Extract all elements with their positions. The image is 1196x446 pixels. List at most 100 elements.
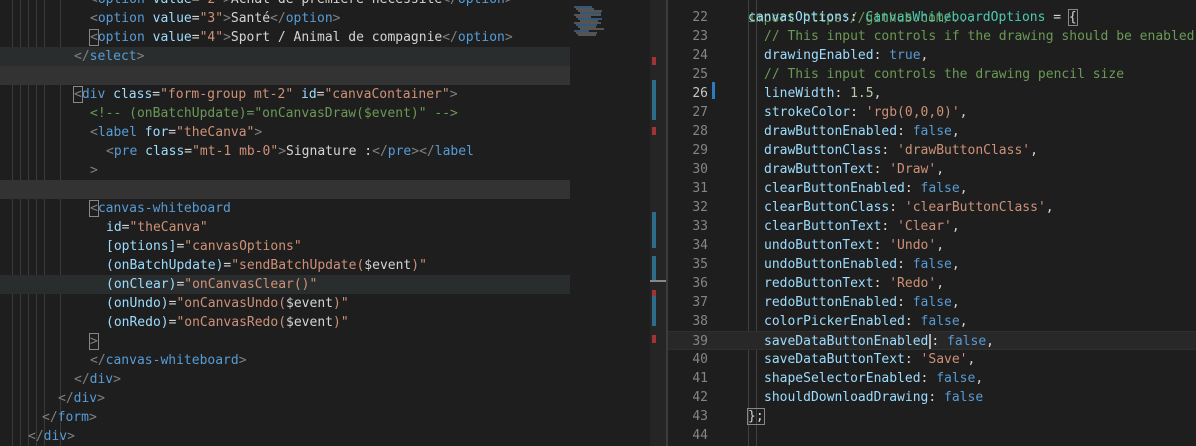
code-token: =: [192, 0, 200, 7]
code-token: </: [74, 372, 90, 387]
code-line[interactable]: 22 canvasOptions: CanvasWhiteboardOptions…: [668, 8, 1196, 27]
code-line[interactable]: <option value="3">Santé</option>: [0, 9, 570, 28]
code-token: ></: [411, 144, 435, 159]
line-number: 37: [692, 295, 708, 310]
code-line[interactable]: 31 clearButtonEnabled: false,: [668, 179, 1196, 198]
code-line[interactable]: 25 // This input controls the drawing pen…: [668, 65, 1196, 84]
code-token: </: [58, 391, 74, 406]
code-line[interactable]: </div>: [0, 370, 570, 389]
code-line[interactable]: (onRedo)="onCanvasRedo($event)": [0, 313, 570, 332]
code-line[interactable]: >: [0, 332, 570, 351]
code-token: ,: [959, 314, 968, 329]
code-line[interactable]: [options]="canvasOptions": [0, 237, 570, 256]
code-line[interactable]: 34 undoButtonText: 'Undo',: [668, 236, 1196, 255]
code-line[interactable]: (onUndo)="onCanvasUndo($event)": [0, 294, 570, 313]
left-editor-pane[interactable]: <option value="2">Achat de première néce…: [0, 0, 570, 446]
code-content: drawButtonClass: 'drawButtonClass',: [764, 141, 1038, 160]
code-token: ,: [951, 124, 960, 139]
code-line[interactable]: 28 drawButtonEnabled: false,: [668, 122, 1196, 141]
code-token: </: [372, 144, 388, 159]
code-token: </: [270, 11, 286, 26]
code-line[interactable]: 29 drawButtonClass: 'drawButtonClass',: [668, 141, 1196, 160]
code-token: lineWidth: [764, 86, 835, 101]
code-token: >: [278, 144, 287, 159]
code-token: :: [873, 238, 890, 253]
code-token: =: [191, 11, 200, 26]
code-line[interactable]: [0, 180, 570, 199]
code-line[interactable]: 38 colorPickerEnabled: false,: [668, 312, 1196, 331]
code-line[interactable]: 24 drawingEnabled: true,: [668, 46, 1196, 65]
code-token: 'Undo': [889, 238, 937, 253]
code-line[interactable]: 23 // This input controls if the drawing …: [668, 27, 1196, 46]
code-line[interactable]: <canvas-whiteboard: [0, 199, 570, 218]
line-number: 33: [692, 219, 708, 234]
code-line[interactable]: 39 saveDataButtonEnabled: false,: [668, 331, 1196, 350]
code-line[interactable]: (onBatchUpdate)="sendBatchUpdate($event)…: [0, 256, 570, 275]
code-content: undoButtonEnabled: false,: [764, 255, 960, 274]
code-line[interactable]: <!-- (onBatchUpdate)="onCanvasDraw($even…: [0, 104, 570, 123]
code-line[interactable]: <pre class="mt-1 mb-0">Signature :</pre>…: [0, 142, 570, 161]
minimap[interactable]: [570, 0, 650, 446]
code-token: drawButtonEnabled: [764, 124, 898, 139]
code-line[interactable]: >: [0, 161, 570, 180]
left-overview-ruler[interactable]: [650, 0, 666, 446]
code-line[interactable]: <option value="4">Sport / Animal de comp…: [0, 28, 570, 47]
line-number: 42: [692, 390, 708, 405]
code-token: shouldDownloadDrawing: [764, 390, 929, 405]
code-token: 'Clear': [897, 219, 952, 234]
code-line[interactable]: 27 strokeColor: 'rgb(0,0,0)',: [668, 103, 1196, 122]
code-token: >: [332, 11, 341, 26]
code-line[interactable]: 33 clearButtonText: 'Clear',: [668, 217, 1196, 236]
code-line[interactable]: </div>: [0, 427, 570, 446]
code-token: clearButtonClass: [764, 200, 890, 215]
line-number: 22: [692, 10, 708, 25]
code-token: >: [505, 0, 513, 7]
code-token: :: [873, 162, 890, 177]
code-token: ,: [951, 219, 960, 234]
code-line[interactable]: 26 lineWidth: 1.5,: [668, 84, 1196, 103]
right-editor-pane[interactable]: import https://github.com/... 22 canvasOp…: [668, 0, 1196, 446]
code-line[interactable]: 41 shapeSelectorEnabled: false,: [668, 369, 1196, 388]
code-line[interactable]: id="theCanva": [0, 218, 570, 237]
code-content: drawButtonText: 'Draw',: [764, 160, 944, 179]
code-line[interactable]: </select>: [0, 47, 570, 66]
code-line[interactable]: 30 drawButtonText: 'Draw',: [668, 160, 1196, 179]
line-number: 41: [692, 371, 708, 386]
code-line[interactable]: </div>: [0, 389, 570, 408]
code-token: >: [136, 49, 145, 64]
code-line[interactable]: [0, 66, 570, 85]
code-token: >: [223, 0, 231, 7]
code-line[interactable]: 32 clearButtonClass: 'clearButtonClass',: [668, 198, 1196, 217]
code-token: false: [947, 334, 987, 349]
code-line[interactable]: (onClear)="onCanvasClear()": [0, 275, 570, 294]
code-token: div: [73, 391, 98, 406]
code-line[interactable]: 40 saveDataButtonText: 'Save',: [668, 350, 1196, 369]
code-line[interactable]: 35 undoButtonEnabled: false,: [668, 255, 1196, 274]
line-number: 40: [692, 352, 708, 367]
code-line[interactable]: 42 shouldDownloadDrawing: false: [668, 388, 1196, 407]
code-token: option: [97, 30, 145, 45]
code-line[interactable]: 36 redoButtonText: 'Redo',: [668, 274, 1196, 293]
code-line[interactable]: <option value="2">Achat de première néce…: [0, 0, 570, 9]
line-number: 36: [692, 276, 708, 291]
code-line[interactable]: <div class="form-group mt-2" id="canvaCo…: [0, 85, 570, 104]
code-line[interactable]: <label for="theCanva">: [0, 123, 570, 142]
code-content: colorPickerEnabled: false,: [764, 312, 968, 331]
code-token: value: [153, 0, 192, 7]
code-token: "canvasOptions": [184, 239, 302, 254]
code-content: <option value="3">Santé</option>: [90, 9, 341, 28]
code-content: undoButtonText: 'Undo',: [764, 236, 944, 255]
code-token: :: [931, 334, 948, 349]
code-line[interactable]: </form>: [0, 408, 570, 427]
code-line[interactable]: 43};: [668, 407, 1196, 426]
code-token: 'Save': [920, 352, 968, 367]
ruler-change-mark: [652, 212, 656, 248]
code-token: >: [88, 410, 97, 425]
code-line[interactable]: </canvas-whiteboard>: [0, 351, 570, 370]
code-token: </: [28, 429, 44, 444]
code-line[interactable]: 44: [668, 426, 1196, 445]
code-line[interactable]: 37 redoButtonEnabled: false,: [668, 293, 1196, 312]
code-token: class: [113, 87, 153, 102]
